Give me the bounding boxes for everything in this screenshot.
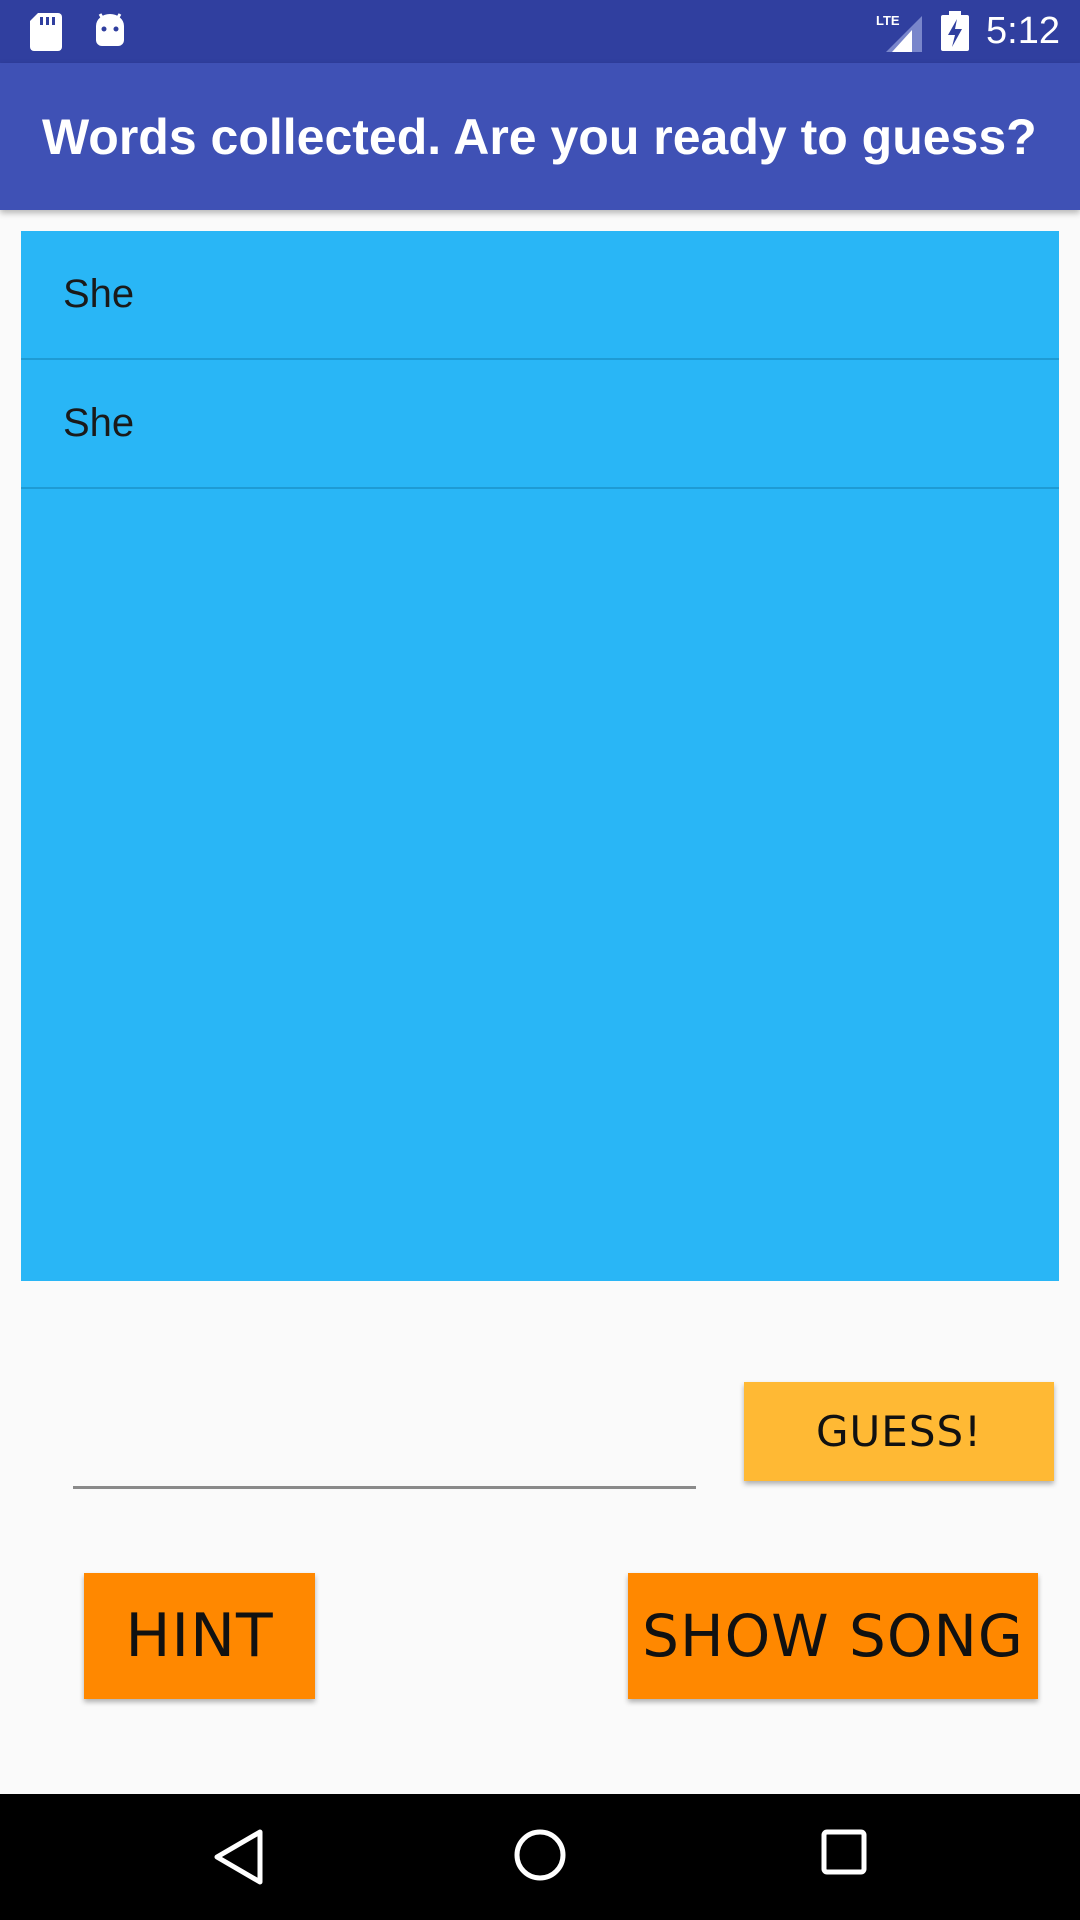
battery-charging-icon <box>941 11 969 51</box>
list-item[interactable]: She <box>21 360 1059 489</box>
back-icon[interactable] <box>212 1828 264 1886</box>
hint-button[interactable]: HINT <box>84 1573 315 1699</box>
status-bar: LTE 5:12 <box>0 0 1080 63</box>
list-item[interactable]: She <box>21 231 1059 360</box>
app-bar: Words collected. Are you ready to guess? <box>0 63 1080 210</box>
status-clock: 5:12 <box>986 10 1060 52</box>
navigation-bar <box>0 1794 1080 1920</box>
sd-card-icon <box>30 13 62 51</box>
android-icon <box>96 13 124 46</box>
recents-icon[interactable] <box>821 1829 867 1875</box>
lte-signal-icon: LTE <box>876 13 922 52</box>
home-icon[interactable] <box>513 1828 567 1882</box>
page-title: Words collected. Are you ready to guess? <box>42 109 1037 165</box>
guess-button[interactable]: GUESS! <box>744 1382 1054 1481</box>
list-item-label: She <box>63 272 135 316</box>
svg-text:LTE: LTE <box>876 13 900 28</box>
show-song-button[interactable]: SHOW SONG <box>628 1573 1038 1699</box>
collected-words-list[interactable]: She She <box>21 231 1059 1281</box>
guess-input[interactable] <box>73 1410 696 1489</box>
list-item-label: She <box>63 401 135 445</box>
